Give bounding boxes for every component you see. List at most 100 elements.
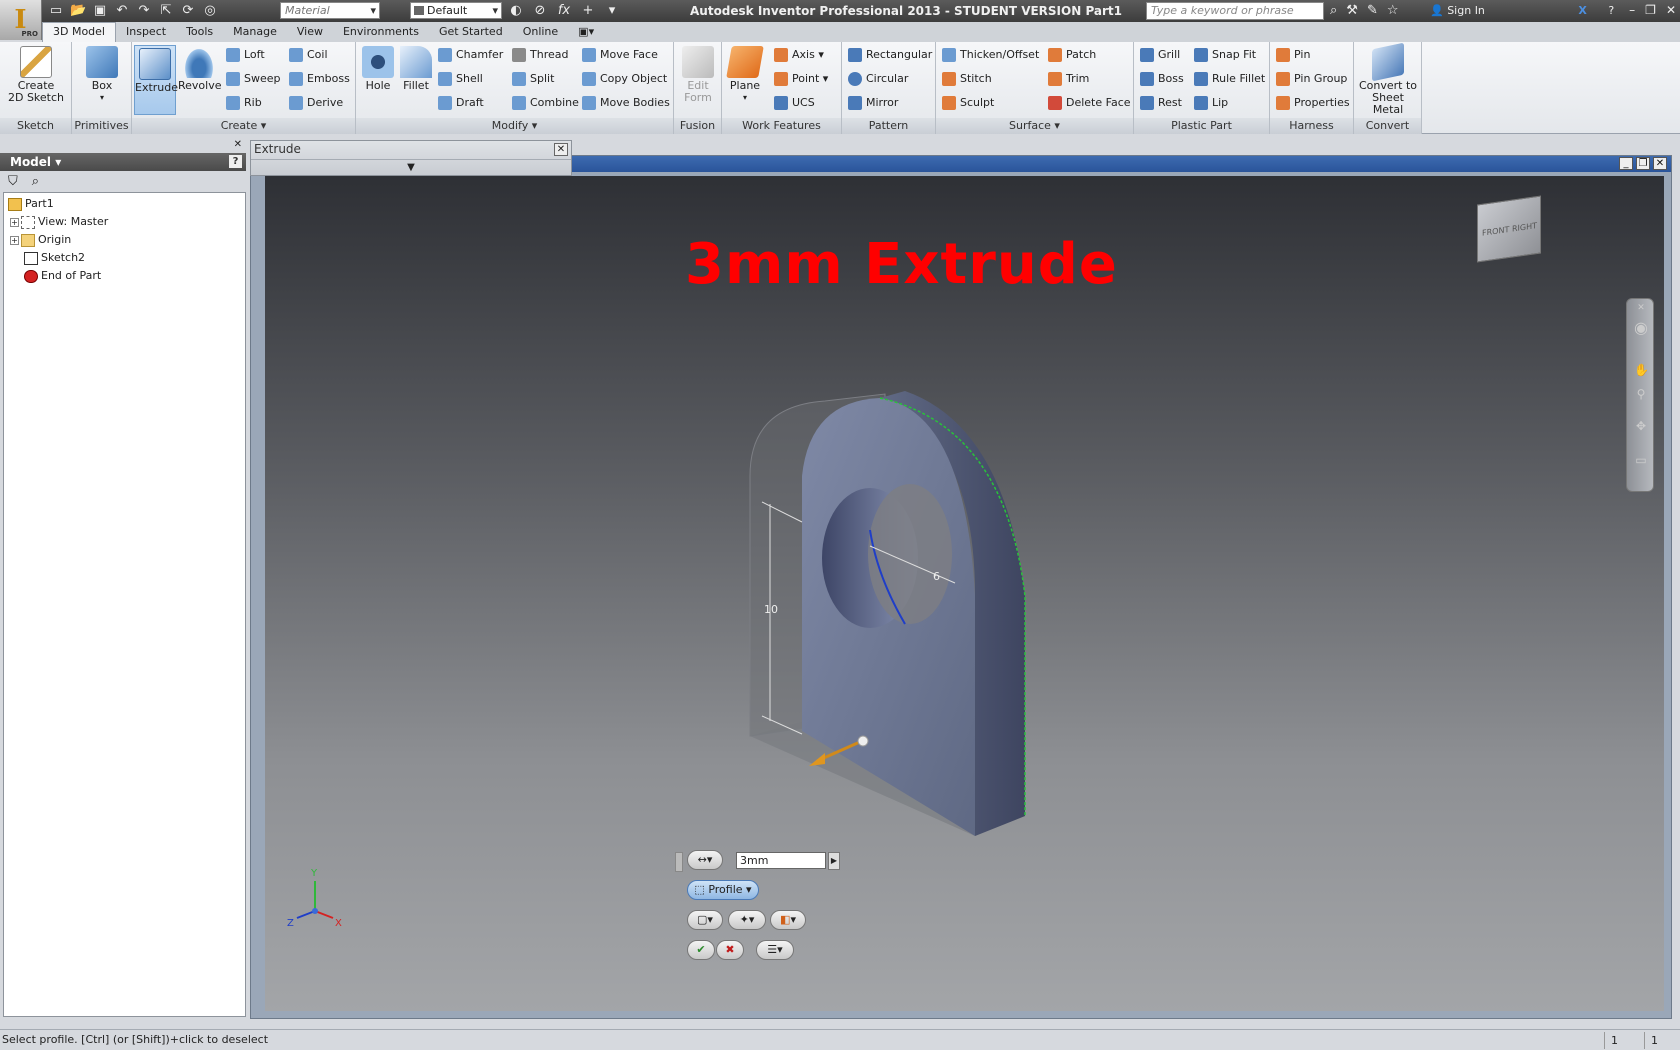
cancel-x-button[interactable]: ✖ xyxy=(716,940,744,960)
boss-button[interactable]: Boss xyxy=(1140,70,1184,88)
wrench-icon[interactable]: ⚒ xyxy=(1346,3,1358,18)
orbit-icon[interactable]: ✥ xyxy=(1634,419,1648,433)
clear-icon[interactable]: ⊘ xyxy=(532,3,548,19)
help-icon[interactable]: ? xyxy=(1608,4,1614,17)
viewcube[interactable]: FRONT RIGHT xyxy=(1477,195,1541,263)
look-at-icon[interactable]: ▭ xyxy=(1634,453,1648,467)
return-icon[interactable]: ⇱ xyxy=(158,3,174,19)
extrude-button[interactable]: Extrude xyxy=(134,45,178,115)
mini-toolbar-grip[interactable] xyxy=(675,852,683,872)
patch-button[interactable]: Patch xyxy=(1048,46,1096,64)
customize-icon[interactable]: ▾ xyxy=(604,3,620,19)
tab-3d-model[interactable]: 3D Model xyxy=(42,22,116,42)
appearance-dropdown[interactable]: Default xyxy=(410,2,502,19)
sign-in-button[interactable]: 👤 Sign In X ? xyxy=(1430,4,1614,17)
camera-icon[interactable]: ▣▾ xyxy=(568,23,604,41)
pan-hand-icon[interactable]: ✋ xyxy=(1634,363,1649,377)
move-bodies-button[interactable]: Move Bodies xyxy=(582,94,670,112)
navbar-close-icon[interactable]: ✕ xyxy=(1634,301,1648,315)
distance-input[interactable]: 3mm xyxy=(736,852,826,869)
expand-dialog-arrow-icon[interactable]: ▼ xyxy=(251,159,571,175)
redo-icon[interactable]: ↷ xyxy=(136,3,152,19)
tab-manage[interactable]: Manage xyxy=(223,23,287,41)
plane-button[interactable]: Plane ▾ xyxy=(726,46,764,104)
tree-node-view-master[interactable]: + View: Master xyxy=(10,213,108,230)
properties-button[interactable]: Properties xyxy=(1276,94,1350,112)
tab-get-started[interactable]: Get Started xyxy=(429,23,513,41)
tab-online[interactable]: Online xyxy=(513,23,568,41)
edit-form-button[interactable]: Edit Form xyxy=(680,46,716,104)
find-binoculars-icon[interactable]: ⌕ xyxy=(32,174,39,190)
circular-pattern-button[interactable]: Circular xyxy=(848,70,908,88)
rib-button[interactable]: Rib xyxy=(226,94,262,112)
panel-label-modify[interactable]: Modify ▾ xyxy=(356,118,673,134)
pin-group-button[interactable]: Pin Group xyxy=(1276,70,1347,88)
help-icon[interactable]: ? xyxy=(229,155,242,168)
axis-button[interactable]: Axis ▾ xyxy=(774,46,824,64)
update-icon[interactable]: ⟳ xyxy=(180,3,196,19)
rule-fillet-button[interactable]: Rule Fillet xyxy=(1194,70,1265,88)
open-icon[interactable]: 📂 xyxy=(70,3,86,19)
tree-node-end-of-part[interactable]: End of Part xyxy=(24,267,101,284)
thicken-offset-button[interactable]: Thicken/Offset xyxy=(942,46,1039,64)
operation-button[interactable]: ✦▾ xyxy=(728,910,766,930)
draft-button[interactable]: Draft xyxy=(438,94,484,112)
hole-button[interactable]: Hole xyxy=(360,46,396,92)
stitch-button[interactable]: Stitch xyxy=(942,70,992,88)
search-input[interactable]: Type a keyword or phrase xyxy=(1146,2,1324,20)
tab-tools[interactable]: Tools xyxy=(176,23,223,41)
tree-node-origin[interactable]: + Origin xyxy=(10,231,71,248)
trim-button[interactable]: Trim xyxy=(1048,70,1089,88)
close-icon[interactable]: ✕ xyxy=(1653,157,1667,170)
minimize-icon[interactable]: _ xyxy=(1619,157,1633,170)
new-icon[interactable]: ▭ xyxy=(48,3,64,19)
favorites-star-icon[interactable]: ☆ xyxy=(1387,3,1399,18)
derive-button[interactable]: Derive xyxy=(289,94,343,112)
panel-label-create[interactable]: Create ▾ xyxy=(132,118,355,134)
expand-icon[interactable]: + xyxy=(10,235,19,245)
browser-header[interactable]: Model ▾ ? xyxy=(0,153,246,171)
select-icon[interactable]: ◎ xyxy=(202,3,218,19)
tab-inspect[interactable]: Inspect xyxy=(116,23,176,41)
revolve-button[interactable]: Revolve xyxy=(178,46,222,92)
expand-icon[interactable]: + xyxy=(10,217,19,227)
fillet-button[interactable]: Fillet xyxy=(398,46,434,92)
distance-mode-button[interactable]: ↔▾ xyxy=(687,850,723,870)
restore-icon[interactable]: ❐ xyxy=(1636,157,1650,170)
pin-button[interactable]: Pin xyxy=(1276,46,1310,64)
tab-view[interactable]: View xyxy=(287,23,333,41)
fx-icon[interactable]: fx xyxy=(556,3,572,19)
application-menu-button[interactable]: I PRO xyxy=(0,0,42,40)
material-dropdown[interactable]: Material xyxy=(280,2,380,19)
undo-icon[interactable]: ↶ xyxy=(114,3,130,19)
coil-button[interactable]: Coil xyxy=(289,46,328,64)
save-icon[interactable]: ▣ xyxy=(92,3,108,19)
ok-checkmark-button[interactable]: ✔ xyxy=(687,940,715,960)
chamfer-button[interactable]: Chamfer xyxy=(438,46,503,64)
tab-environments[interactable]: Environments xyxy=(333,23,429,41)
restore-icon[interactable]: ❐ xyxy=(1645,3,1656,17)
snap-fit-button[interactable]: Snap Fit xyxy=(1194,46,1256,64)
copy-object-button[interactable]: Copy Object xyxy=(582,70,667,88)
plus-icon[interactable]: + xyxy=(580,3,596,19)
rest-button[interactable]: Rest xyxy=(1140,94,1182,112)
rectangular-pattern-button[interactable]: Rectangular xyxy=(848,46,932,64)
mirror-button[interactable]: Mirror xyxy=(848,94,898,112)
profile-button[interactable]: ⬚ Profile ▾ xyxy=(687,880,759,900)
binoculars-icon[interactable]: ⌕ xyxy=(1330,3,1337,18)
3d-viewport[interactable]: 10 6 Y X Z 3mm Extrude FRONT RIGHT xyxy=(265,176,1664,1011)
adjust-icon[interactable]: ◐ xyxy=(508,3,524,19)
shell-button[interactable]: Shell xyxy=(438,70,483,88)
steering-wheel-icon[interactable]: ◉ xyxy=(1634,320,1648,336)
output-type-button[interactable]: ▢▾ xyxy=(687,910,723,930)
tree-node-part1[interactable]: Part1 xyxy=(8,195,54,212)
tree-node-sketch2[interactable]: Sketch2 xyxy=(24,249,85,266)
convert-to-sheet-metal-button[interactable]: Convert to Sheet Metal xyxy=(1356,42,1420,116)
point-button[interactable]: Point ▾ xyxy=(774,70,828,88)
distance-expand-arrow-icon[interactable]: ▶ xyxy=(828,852,840,870)
options-menu-button[interactable]: ☰▾ xyxy=(756,940,794,960)
zoom-icon[interactable]: ⚲ xyxy=(1634,387,1648,401)
grill-button[interactable]: Grill xyxy=(1140,46,1180,64)
create-2d-sketch-button[interactable]: Create 2D Sketch xyxy=(6,46,66,104)
tools-icon[interactable]: ✎ xyxy=(1367,3,1378,18)
